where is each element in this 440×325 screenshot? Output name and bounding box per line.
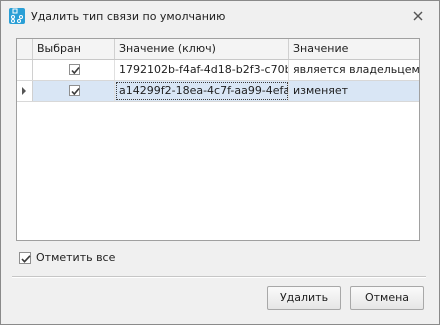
app-logo-icon (9, 8, 25, 24)
row-select-cell[interactable] (33, 81, 115, 101)
window-title: Удалить тип связи по умолчанию (31, 10, 226, 23)
row-indicator[interactable] (17, 81, 33, 101)
column-header-key[interactable]: Значение (ключ) (115, 39, 289, 59)
grid-header: Выбран Значение (ключ) Значение (17, 39, 419, 60)
cancel-button[interactable]: Отмена (350, 286, 424, 310)
column-header-selected[interactable]: Выбран (33, 39, 115, 59)
checkmark-icon (21, 255, 31, 263)
current-row-arrow-icon (22, 87, 26, 95)
table-row[interactable]: 1792102b-f4af-4d18-b2f3-c70b... является… (17, 60, 419, 81)
close-icon (413, 11, 423, 21)
title-bar[interactable]: Удалить тип связи по умолчанию (1, 1, 439, 31)
close-button[interactable] (411, 9, 425, 23)
row-key-cell[interactable]: 1792102b-f4af-4d18-b2f3-c70b... (115, 60, 289, 80)
dialog-window: Удалить тип связи по умолчанию Выбран Зн… (0, 0, 440, 325)
row-checkbox[interactable] (69, 85, 80, 96)
checkmark-icon (71, 66, 80, 75)
checkmark-icon (71, 87, 80, 96)
header-indicator-cell (17, 39, 33, 59)
check-all-label[interactable]: Отметить все (36, 251, 115, 265)
row-value-cell[interactable]: является владельцем (289, 60, 419, 80)
divider (12, 276, 426, 278)
column-header-value[interactable]: Значение (289, 39, 419, 59)
table-row[interactable]: a14299f2-18ea-4c7f-aa99-4efa... изменяет (17, 81, 419, 102)
check-all-checkbox[interactable] (19, 252, 31, 264)
row-key-cell[interactable]: a14299f2-18ea-4c7f-aa99-4efa... (115, 81, 289, 101)
row-indicator[interactable] (17, 60, 33, 80)
row-select-cell[interactable] (33, 60, 115, 80)
relations-grid: Выбран Значение (ключ) Значение 1792102b… (16, 38, 420, 241)
row-value-cell[interactable]: изменяет (289, 81, 419, 101)
delete-button[interactable]: Удалить (267, 286, 341, 310)
dialog-content: Выбран Значение (ключ) Значение 1792102b… (10, 30, 429, 310)
row-checkbox[interactable] (69, 64, 80, 75)
